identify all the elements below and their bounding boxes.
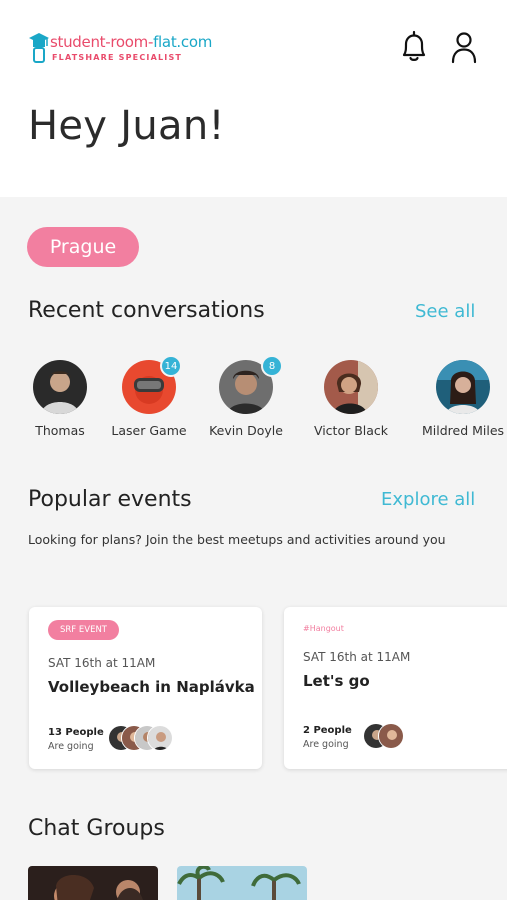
conversation-item[interactable]: Mildred Miles [413,360,507,438]
brand-logo[interactable]: student-room-flat.com FLATSHARE SPECIALI… [28,30,228,70]
attendee-count: 2 People [303,725,352,736]
user-icon[interactable] [450,31,478,65]
see-all-link[interactable]: See all [415,301,475,322]
event-date: SAT 16th at 11AM [303,650,411,664]
brand-name: student-room-flat.com [50,33,213,51]
conversation-name: Mildred Miles [421,423,505,438]
header-area: student-room-flat.com FLATSHARE SPECIALI… [0,0,507,197]
event-title: Volleybeach in Naplávka [48,678,255,696]
attendee-label: Are going [48,741,94,752]
recent-conversations-title: Recent conversations [28,298,265,323]
event-card[interactable]: #Hangout SAT 16th at 11AM Let's go 2 Peo… [284,607,507,769]
attendee-label: Are going [303,739,349,750]
avatar [436,360,490,414]
event-tag: SRF EVENT [48,620,119,640]
avatar [33,360,87,414]
attendee-avatars [108,725,188,753]
brand-tagline: FLATSHARE SPECIALIST [52,53,183,62]
events-subtitle: Looking for plans? Join the best meetups… [28,532,446,547]
event-title: Let's go [303,672,370,690]
conversation-name: Laser Game [111,423,187,438]
unread-badge: 8 [261,355,283,377]
event-card[interactable]: SRF EVENT SAT 16th at 11AM Volleybeach i… [29,607,262,769]
unread-badge: 14 [160,355,182,377]
attendee-count: 13 People [48,727,104,738]
graduation-cap-icon [29,33,49,63]
greeting-title: Hey Juan! [28,103,225,149]
conversation-item[interactable]: 8 Kevin Doyle [196,355,296,438]
avatar [378,723,404,749]
conversation-item[interactable]: 14 Laser Game [99,355,199,438]
event-date: SAT 16th at 11AM [48,656,156,670]
event-tag: #Hangout [303,624,344,633]
conversation-name: Thomas [35,423,85,438]
conversation-name: Kevin Doyle [209,423,283,438]
attendee-avatars [363,723,413,751]
avatar [147,725,173,751]
conversation-item[interactable]: Thomas [10,360,110,438]
chat-group-card[interactable] [28,866,158,900]
conversation-item[interactable]: Victor Black [301,360,401,438]
explore-all-link[interactable]: Explore all [381,489,475,510]
conversation-name: Victor Black [313,423,389,438]
popular-events-title: Popular events [28,487,192,512]
chat-groups-title: Chat Groups [28,816,165,841]
bell-icon[interactable] [398,30,430,64]
city-selector-button[interactable]: Prague [27,227,139,267]
avatar [324,360,378,414]
chat-group-card[interactable] [177,866,307,900]
